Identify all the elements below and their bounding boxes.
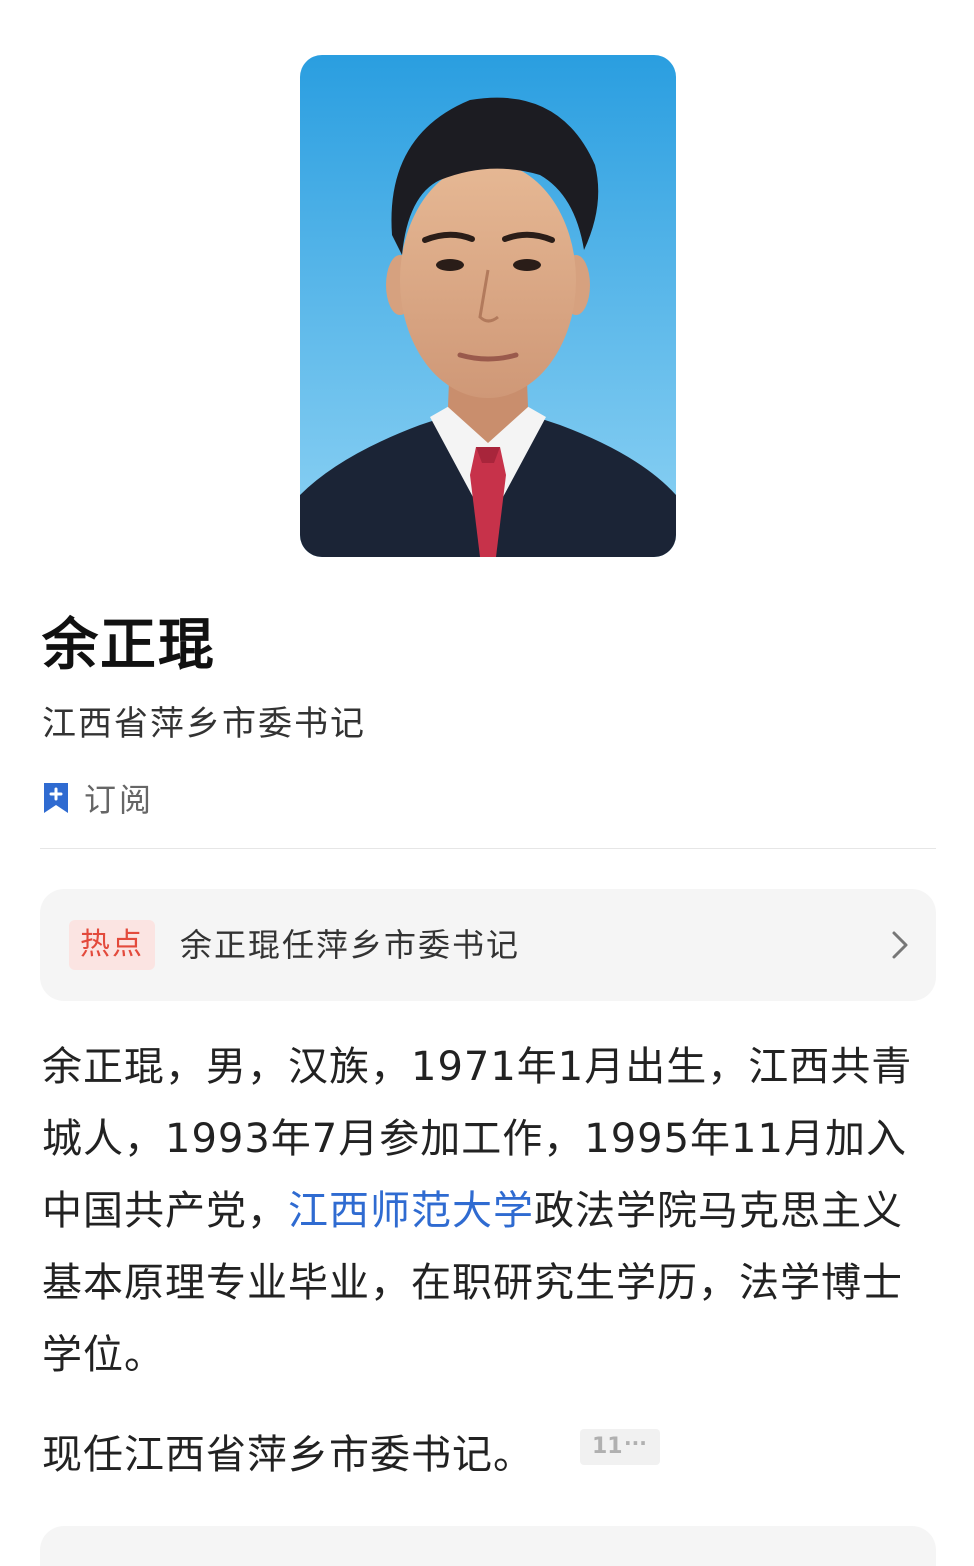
bio-paragraph: 余正琨，男，汉族，1971年1月出生，江西共青城人，1993年7月参加工作，19… (42, 1031, 938, 1391)
subscribe-label: 订阅 (84, 781, 155, 819)
bookmark-plus-icon (44, 783, 68, 813)
hot-news-card[interactable]: 热点 余正琨任萍乡市委书记 (40, 889, 936, 1001)
next-card (40, 1526, 936, 1566)
current-position-text: 现任江西省萍乡市委书记。 (42, 1432, 534, 1478)
profile-name: 余正琨 (42, 613, 216, 678)
more-icon: ··· (624, 1431, 647, 1455)
divider (40, 848, 936, 849)
reference-number: 11 (592, 1434, 623, 1459)
university-link[interactable]: 江西师范大学 (288, 1188, 534, 1234)
reference-badge[interactable]: 11 ··· (580, 1429, 660, 1465)
hot-news-text: 余正琨任萍乡市委书记 (180, 926, 521, 964)
subscribe-button[interactable]: 订阅 (42, 776, 154, 820)
portrait-photo (300, 55, 676, 557)
profile-position: 江西省萍乡市委书记 (42, 704, 366, 744)
hot-badge: 热点 (69, 920, 155, 970)
chevron-right-icon (892, 931, 908, 959)
